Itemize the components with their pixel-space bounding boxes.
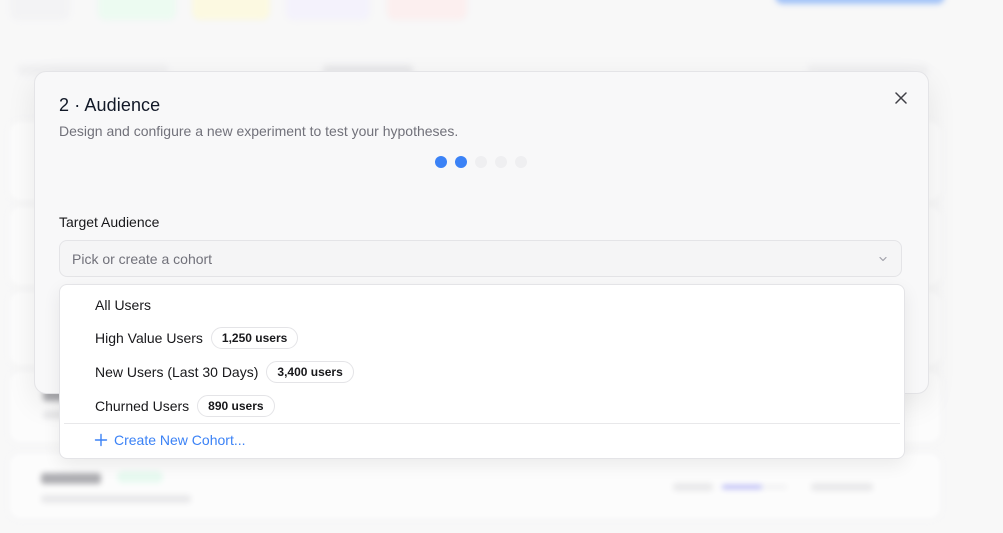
cohort-option-new-users[interactable]: New Users (Last 30 Days) 3,400 users xyxy=(95,357,354,387)
cohort-option-label: All Users xyxy=(95,297,152,313)
step-indicator xyxy=(435,156,527,168)
cohort-option-label: New Users (Last 30 Days) xyxy=(95,364,259,380)
cohort-option-label: Churned Users xyxy=(95,398,190,414)
cohort-select[interactable]: Pick or create a cohort xyxy=(59,240,902,277)
cohort-dropdown: All Users High Value Users 1,250 users N… xyxy=(59,284,905,459)
close-button[interactable] xyxy=(890,87,912,109)
create-new-cohort-label: Create New Cohort... xyxy=(114,432,246,448)
cohort-select-placeholder: Pick or create a cohort xyxy=(72,251,213,267)
step-dot xyxy=(495,156,507,168)
plus-icon xyxy=(94,433,108,447)
cohort-option-high-value-users[interactable]: High Value Users 1,250 users xyxy=(95,323,299,353)
user-count-badge: 1,250 users xyxy=(210,327,299,349)
close-icon xyxy=(895,92,907,104)
chevron-down-icon xyxy=(879,256,887,262)
step-dot xyxy=(435,156,447,168)
dialog-description: Design and configure a new experiment to… xyxy=(59,123,459,139)
cohort-option-all-users[interactable]: All Users xyxy=(95,290,151,320)
dialog-title: 2 · Audience xyxy=(59,95,161,115)
step-dot xyxy=(475,156,487,168)
cohort-option-churned-users[interactable]: Churned Users 890 users xyxy=(95,391,275,421)
step-dot xyxy=(455,156,467,168)
dropdown-divider xyxy=(64,423,900,424)
cohort-option-label: High Value Users xyxy=(95,330,203,346)
step-dot xyxy=(515,156,527,168)
user-count-badge: 3,400 users xyxy=(266,361,354,383)
target-audience-label: Target Audience xyxy=(59,214,160,230)
create-new-cohort-button[interactable]: Create New Cohort... xyxy=(94,427,246,453)
user-count-badge: 890 users xyxy=(197,395,275,417)
